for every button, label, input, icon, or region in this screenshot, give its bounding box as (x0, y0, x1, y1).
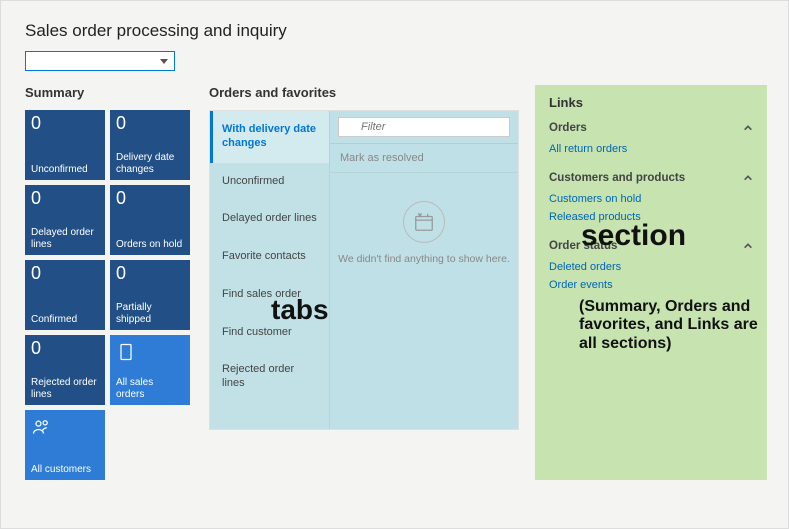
chevron-up-icon (743, 173, 753, 183)
tile-label: Rejected order lines (31, 377, 99, 401)
link-group-header[interactable]: Orders (549, 122, 753, 134)
orders-heading: Orders and favorites (209, 85, 519, 100)
tile-rejected-order-lines[interactable]: 0 Rejected order lines (25, 335, 105, 405)
tile-label: Confirmed (31, 314, 99, 326)
link-group-order-status: Order status Deleted ordersOrder events (549, 240, 753, 294)
summary-section: Summary 0 Unconfirmed 0 Delivery date chang… (25, 85, 193, 480)
tile-all-sales-orders[interactable]: All sales orders (110, 335, 190, 405)
workspace-select[interactable] (25, 51, 175, 71)
links-section: Links Orders All return orders Customers a… (535, 85, 767, 480)
tile-label: Delayed order lines (31, 227, 99, 251)
link-order-events[interactable]: Order events (549, 276, 753, 294)
tile-confirmed[interactable]: 0 Confirmed (25, 260, 105, 330)
tab-find-customer[interactable]: Find customer (210, 314, 329, 352)
tile-count: 0 (31, 114, 99, 132)
document-icon (116, 339, 136, 365)
orders-section: Orders and favorites With delivery date … (209, 85, 519, 480)
link-group-customers-and-products: Customers and products Customers on holdR… (549, 172, 753, 226)
tile-all-customers[interactable]: All customers (25, 410, 105, 480)
tab-favorite-contacts[interactable]: Favorite contacts (210, 238, 329, 276)
tab-with-delivery-date-changes[interactable]: With delivery date changes (210, 111, 329, 163)
mark-resolved-button[interactable]: Mark as resolved (330, 144, 518, 173)
orders-tabs: With delivery date changesUnconfirmedDel… (210, 111, 330, 429)
tab-find-sales-order[interactable]: Find sales order (210, 276, 329, 314)
people-icon (31, 414, 51, 440)
link-released-products[interactable]: Released products (549, 208, 753, 226)
summary-heading: Summary (25, 85, 193, 100)
link-deleted-orders[interactable]: Deleted orders (549, 258, 753, 276)
tile-count: 0 (31, 339, 99, 357)
tile-label: Delivery date changes (116, 152, 184, 176)
tile-label: Unconfirmed (31, 164, 99, 176)
link-group-title: Order status (549, 240, 617, 252)
tile-delivery-date-changes[interactable]: 0 Delivery date changes (110, 110, 190, 180)
tab-unconfirmed[interactable]: Unconfirmed (210, 163, 329, 201)
orders-detail: Mark as resolved We didn't find anything… (330, 111, 518, 429)
links-heading: Links (549, 95, 753, 110)
chevron-up-icon (743, 123, 753, 133)
link-group-header[interactable]: Customers and products (549, 172, 753, 184)
chevron-up-icon (743, 241, 753, 251)
tile-count: 0 (31, 189, 99, 207)
tab-rejected-order-lines[interactable]: Rejected order lines (210, 351, 329, 403)
tab-delayed-order-lines[interactable]: Delayed order lines (210, 200, 329, 238)
tile-label: Orders on hold (116, 239, 184, 251)
tile-count: 0 (116, 114, 184, 132)
link-group-header[interactable]: Order status (549, 240, 753, 252)
tile-label: All sales orders (116, 377, 184, 401)
tile-count: 0 (31, 264, 99, 282)
link-all-return-orders[interactable]: All return orders (549, 140, 753, 158)
tile-label: Partially shipped (116, 302, 184, 326)
tile-unconfirmed[interactable]: 0 Unconfirmed (25, 110, 105, 180)
tile-label: All customers (31, 464, 99, 476)
link-group-orders: Orders All return orders (549, 122, 753, 158)
tile-orders-on-hold[interactable]: 0 Orders on hold (110, 185, 190, 255)
empty-text: We didn't find anything to show here. (338, 253, 510, 265)
filter-input[interactable] (338, 117, 510, 137)
empty-calendar-icon (403, 201, 445, 243)
tile-partially-shipped[interactable]: 0 Partially shipped (110, 260, 190, 330)
tile-delayed-order-lines[interactable]: 0 Delayed order lines (25, 185, 105, 255)
page-title: Sales order processing and inquiry (1, 1, 788, 51)
link-customers-on-hold[interactable]: Customers on hold (549, 190, 753, 208)
tile-count: 0 (116, 264, 184, 282)
link-group-title: Orders (549, 122, 587, 134)
tile-count: 0 (116, 189, 184, 207)
link-group-title: Customers and products (549, 172, 685, 184)
